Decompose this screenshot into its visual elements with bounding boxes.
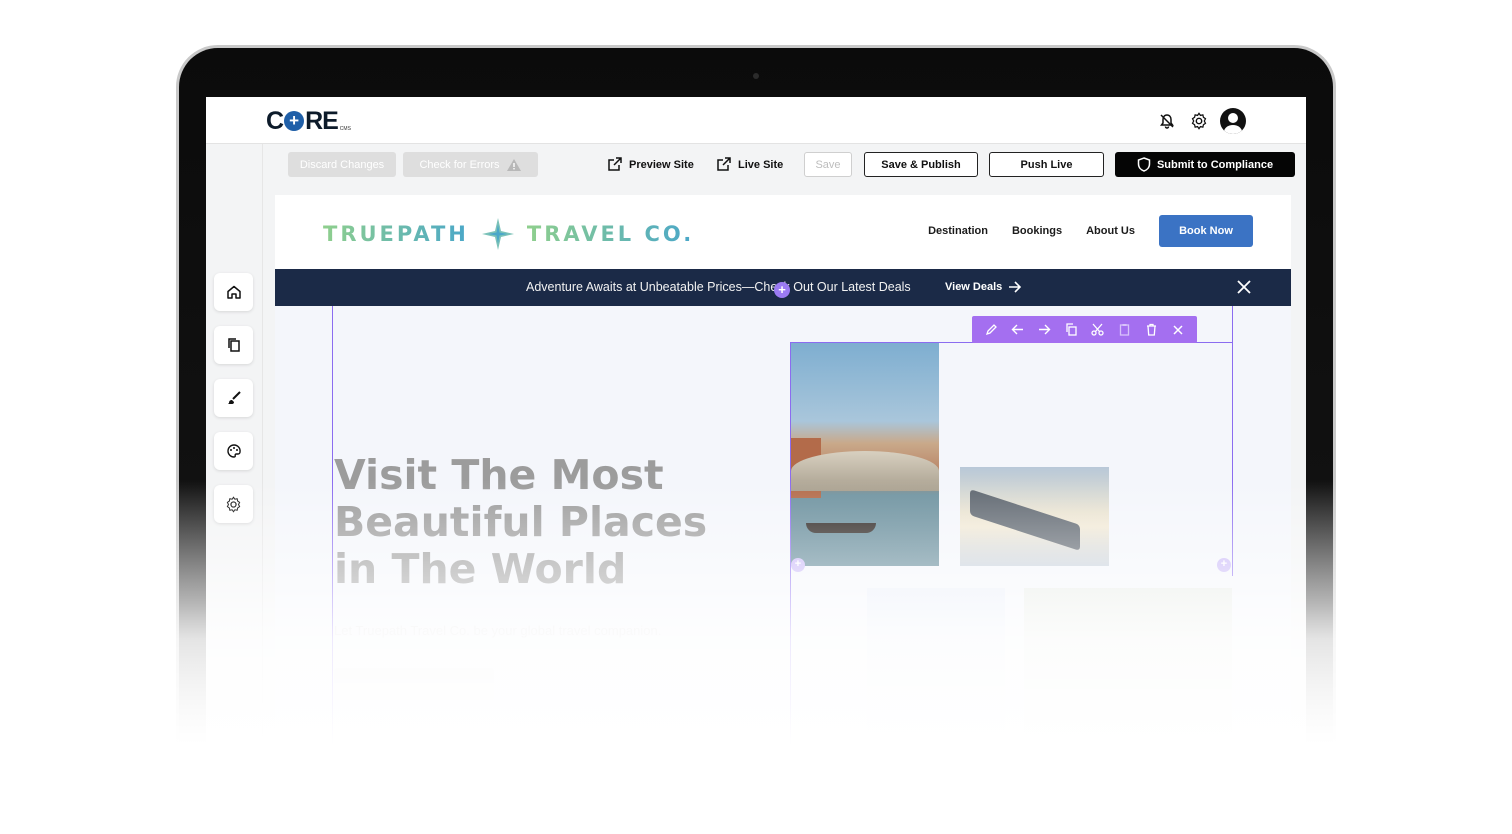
close-icon[interactable] (1170, 322, 1186, 338)
element-edit-toolbar (972, 316, 1197, 343)
close-icon[interactable] (1235, 278, 1253, 296)
save-publish-label: Save & Publish (881, 158, 961, 171)
selection-outline (1232, 306, 1233, 576)
external-link-icon (717, 157, 731, 171)
settings-icon[interactable] (214, 485, 253, 523)
cut-icon[interactable] (1090, 322, 1106, 338)
cms-header: C + RE CMS (206, 97, 1306, 144)
discard-changes-button[interactable]: Discard Changes (288, 152, 396, 177)
warning-icon (506, 158, 521, 171)
shield-icon (1137, 157, 1151, 172)
save-publish-button[interactable]: Save & Publish (864, 152, 978, 177)
arrow-right-icon (1009, 281, 1022, 293)
brand-right: TRAVEL CO. (526, 222, 695, 246)
live-site-link[interactable]: Live Site (716, 152, 783, 177)
cms-logo[interactable]: C + RE CMS (266, 107, 351, 135)
hero-subtitle[interactable]: Let Truepath Travel Co. be your global t… (334, 623, 661, 638)
bell-icon[interactable] (1156, 110, 1178, 132)
image-detail (791, 451, 939, 491)
save-button[interactable]: Save (804, 152, 852, 177)
push-live-button[interactable]: Push Live (989, 152, 1104, 177)
image-detail (970, 489, 1080, 551)
site-canvas: TRUEPATH TRAVEL CO. Destination Bookings… (275, 195, 1291, 792)
avatar-icon[interactable] (1220, 108, 1246, 134)
logo-letter: C (266, 107, 284, 135)
venice-image[interactable] (791, 343, 939, 566)
airplane-wing-image[interactable] (960, 467, 1109, 566)
camera (753, 73, 759, 79)
logo-plus: + (284, 111, 305, 131)
header-icons (1156, 108, 1246, 134)
edit-icon[interactable] (983, 322, 999, 338)
beach-image[interactable] (867, 588, 1005, 792)
gear-icon[interactable] (1188, 110, 1210, 132)
check-errors-button[interactable]: Check for Errors (403, 152, 538, 177)
submit-label: Submit to Compliance (1156, 158, 1274, 171)
preview-site-label: Preview Site (629, 158, 694, 171)
add-section-icon[interactable]: + (774, 282, 790, 298)
screen: C + RE CMS Discard Changes Check for Err… (206, 97, 1306, 792)
cms-toolbar: Discard Changes Check for Errors Preview… (263, 144, 1306, 184)
discard-label: Discard Changes (299, 158, 385, 171)
field-image[interactable] (1024, 588, 1232, 743)
promo-text: Adventure Awaits at Unbeatable Prices—Ch… (526, 280, 911, 294)
logo-letters: RE (305, 107, 339, 135)
promo-banner: Adventure Awaits at Unbeatable Prices—Ch… (275, 269, 1291, 306)
laptop-stage: C + RE CMS Discard Changes Check for Err… (0, 0, 1512, 834)
pages-icon[interactable] (214, 326, 253, 364)
view-deals-link[interactable]: View Deals (945, 281, 1022, 293)
arrow-left-icon[interactable] (1010, 322, 1026, 338)
check-errors-label: Check for Errors (419, 158, 500, 171)
image-detail (806, 523, 876, 533)
left-rail (206, 144, 263, 792)
brand-left: TRUEPATH (323, 222, 469, 246)
live-site-label: Live Site (738, 158, 784, 171)
add-element-icon[interactable]: + (791, 558, 805, 572)
logo-sub: CMS (339, 126, 351, 132)
home-icon[interactable] (214, 273, 253, 311)
site-navbar: TRUEPATH TRAVEL CO. Destination Bookings… (275, 195, 1291, 269)
arrow-right-icon[interactable] (1037, 322, 1053, 338)
nav-bookings[interactable]: Bookings (1012, 225, 1062, 237)
nav-destination[interactable]: Destination (928, 225, 988, 237)
site-nav-links: Destination Bookings About Us Book Now (928, 215, 1253, 247)
hero-section: Visit The Most Beautiful Places in The W… (275, 306, 1291, 792)
delete-icon[interactable] (1143, 322, 1159, 338)
external-link-icon (608, 157, 622, 171)
paste-icon[interactable] (1116, 322, 1132, 338)
push-live-label: Push Live (1020, 158, 1073, 171)
book-now-button[interactable]: Book Now (1159, 215, 1253, 247)
palette-icon[interactable] (214, 432, 253, 470)
view-deals-label: View Deals (945, 281, 1003, 293)
duplicate-icon[interactable] (1063, 322, 1079, 338)
save-label: Save (815, 158, 841, 171)
add-element-icon[interactable]: + (1217, 558, 1231, 572)
nav-about-us[interactable]: About Us (1086, 225, 1135, 237)
hero-title[interactable]: Visit The Most Beautiful Places in The W… (334, 452, 754, 593)
hero-cta-button[interactable] (334, 668, 494, 700)
site-brand[interactable]: TRUEPATH TRAVEL CO. (323, 217, 694, 251)
compass-icon (481, 218, 514, 250)
preview-site-link[interactable]: Preview Site (607, 152, 694, 177)
selection-outline (332, 306, 333, 792)
brush-icon[interactable] (214, 379, 253, 417)
submit-compliance-button[interactable]: Submit to Compliance (1115, 152, 1295, 177)
